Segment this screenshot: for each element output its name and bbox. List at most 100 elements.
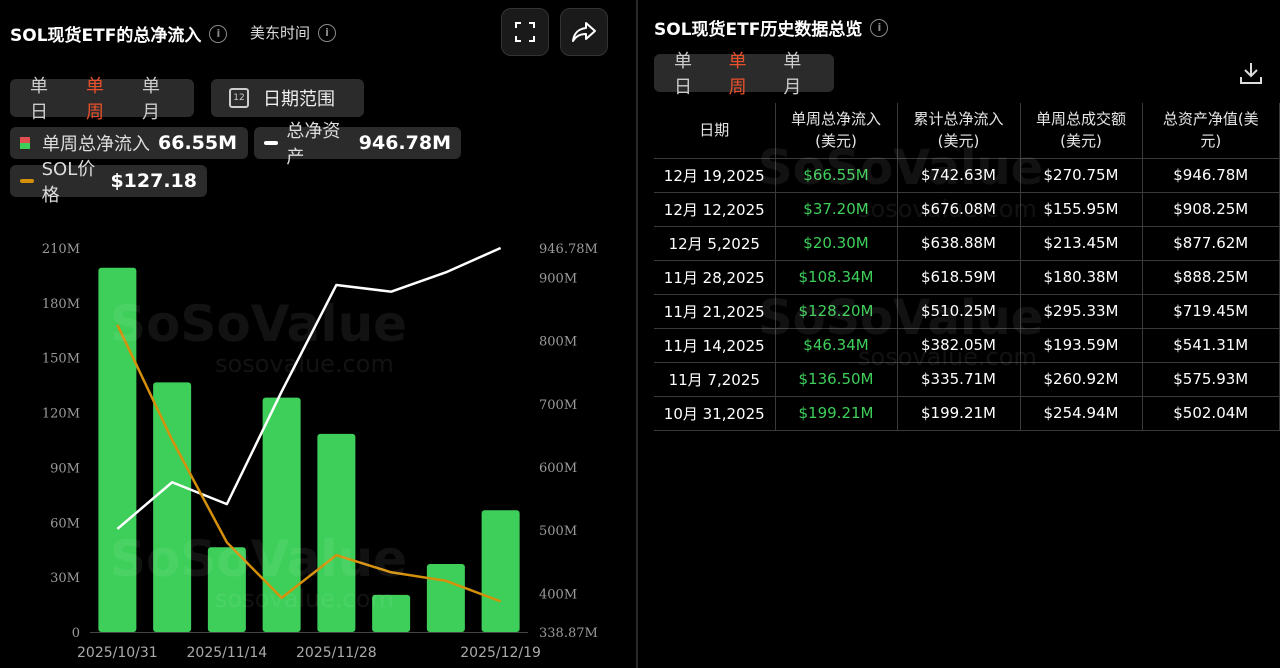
inflow-bar	[207, 547, 246, 632]
timezone-label: 美东时间 i	[250, 22, 337, 43]
header-cumulative-inflow[interactable]: 累计总净流入 (美元)	[896, 103, 1021, 159]
right-axis-tick: 500M	[539, 524, 577, 539]
info-icon[interactable]: i	[209, 24, 228, 43]
tab-weekly[interactable]: 单周	[74, 72, 130, 124]
table-row: 11月 21,2025 $128.20M $510.25M $295.33M $719.…	[654, 293, 1280, 329]
cell-weekly-volume: $213.45M	[1019, 225, 1143, 261]
inflow-chart: 0 30M 60M 90M 120M 150M 180M 210M 338.87M 400M 500…	[42, 242, 598, 661]
cell-weekly-inflow: $199.21M	[774, 395, 898, 431]
table-row: 11月 14,2025 $46.34M $382.05M $193.59M $541.3…	[654, 327, 1280, 363]
cell-weekly-volume: $180.38M	[1019, 259, 1143, 295]
right-axis-tick: 400M	[539, 587, 577, 602]
legend-assets-value: 946.78M	[358, 132, 451, 154]
history-tab-weekly[interactable]: 单周	[717, 47, 772, 99]
fullscreen-button[interactable]	[501, 8, 549, 56]
right-axis-tick: 338.87M	[539, 626, 598, 641]
left-axis-tick: 210M	[42, 242, 80, 257]
cell-date: 11月 21,2025	[654, 293, 776, 329]
cell-weekly-inflow: $37.20M	[774, 191, 898, 227]
history-period-tabs: 单日 单周 单月	[654, 51, 834, 98]
table-row: 12月 12,2025 $37.20M $676.08M $155.95M $908.2…	[654, 191, 1280, 227]
cell-net-assets: $541.31M	[1141, 327, 1280, 363]
cell-weekly-volume: $193.59M	[1019, 327, 1143, 363]
history-table: 日期 单周总净流入 (美元) 累计总净流入 (美元) 单周总成交额 (美元) 总…	[654, 103, 1280, 431]
cell-weekly-inflow: $20.30M	[774, 225, 898, 261]
inflow-bar	[426, 563, 465, 632]
inflow-bar	[372, 594, 411, 632]
cell-weekly-inflow: $46.34M	[774, 327, 898, 363]
left-axis-tick: 0	[72, 626, 80, 641]
cell-date: 11月 7,2025	[654, 361, 776, 397]
cell-weekly-inflow: $128.20M	[774, 293, 898, 329]
cell-cumulative-inflow: $510.25M	[896, 293, 1021, 329]
cell-date: 11月 14,2025	[654, 327, 776, 363]
history-panel: SOL现货ETF历史数据总览 i 单日 单周 单月 日期 单周总净流入 (美元)…	[638, 0, 1280, 668]
x-axis-tick: 2025/12/19	[460, 645, 541, 661]
legend-weekly-label: 单周总净流入	[42, 134, 150, 155]
cell-weekly-volume: $254.94M	[1019, 395, 1143, 431]
date-range-label: 日期范围	[263, 89, 335, 110]
cell-date: 12月 19,2025	[654, 157, 776, 193]
right-axis-tick: 900M	[539, 272, 577, 287]
cell-date: 11月 28,2025	[654, 259, 776, 295]
period-tabs: 单日 单周 单月	[10, 76, 194, 123]
x-axis-tick: 2025/10/31	[77, 645, 158, 661]
cell-cumulative-inflow: $676.08M	[896, 191, 1021, 227]
inflow-bar	[317, 433, 356, 632]
tab-daily[interactable]: 单日	[18, 72, 74, 124]
legend-sol-price[interactable]: SOL价格 $127.18	[10, 159, 207, 206]
share-icon	[572, 22, 596, 42]
cell-net-assets: $946.78M	[1141, 157, 1280, 193]
cell-net-assets: $888.25M	[1141, 259, 1280, 295]
cell-net-assets: $877.62M	[1141, 225, 1280, 261]
date-range-button[interactable]: 12 日期范围	[211, 79, 364, 117]
cell-date: 12月 5,2025	[654, 225, 776, 261]
cell-net-assets: $502.04M	[1141, 395, 1280, 431]
cell-cumulative-inflow: $638.88M	[896, 225, 1021, 261]
table-row: 11月 7,2025 $136.50M $335.71M $260.92M $575.9…	[654, 361, 1280, 397]
cell-cumulative-inflow: $382.05M	[896, 327, 1021, 363]
header-net-assets[interactable]: 总资产净值(美 元)	[1141, 103, 1280, 159]
left-axis-tick: 30M	[50, 571, 80, 586]
cell-weekly-inflow: $108.34M	[774, 259, 898, 295]
right-axis-tick: 600M	[539, 461, 577, 476]
x-axis-tick: 2025/11/28	[296, 645, 377, 661]
left-axis-tick: 150M	[42, 352, 80, 367]
download-icon[interactable]	[1238, 60, 1264, 86]
left-axis-tick: 60M	[50, 516, 80, 531]
cell-weekly-volume: $295.33M	[1019, 293, 1143, 329]
chart-title-text: SOL现货ETF的总净流入	[10, 26, 202, 46]
cell-net-assets: $575.93M	[1141, 361, 1280, 397]
cell-date: 12月 12,2025	[654, 191, 776, 227]
inflow-chart-panel: SOL现货ETF的总净流入 i 美东时间 i 单日 单周 单月 12 日期范围 …	[0, 0, 636, 668]
timezone-text: 美东时间	[250, 24, 311, 42]
cell-cumulative-inflow: $742.63M	[896, 157, 1021, 193]
history-title-text: SOL现货ETF历史数据总览	[654, 20, 863, 40]
table-row: 12月 5,2025 $20.30M $638.88M $213.45M $877.62…	[654, 225, 1280, 261]
history-tab-monthly[interactable]: 单月	[771, 47, 826, 99]
bar-swatch-icon	[20, 137, 30, 149]
legend-price-value: $127.18	[110, 170, 197, 192]
inflow-bar	[98, 267, 137, 632]
chart-title: SOL现货ETF的总净流入 i	[10, 21, 228, 46]
table-row: 10月 31,2025 $199.21M $199.21M $254.94M $502.…	[654, 395, 1280, 431]
cell-weekly-inflow: $136.50M	[774, 361, 898, 397]
header-weekly-inflow[interactable]: 单周总净流入 (美元)	[774, 103, 898, 159]
legend-assets-label: 总净资产	[286, 121, 341, 168]
price-swatch-icon	[20, 179, 34, 183]
tab-monthly[interactable]: 单月	[130, 72, 186, 124]
share-button[interactable]	[560, 8, 608, 56]
history-tab-daily[interactable]: 单日	[662, 47, 717, 99]
history-info-icon[interactable]: i	[870, 18, 889, 37]
table-row: 12月 19,2025 $66.55M $742.63M $270.75M $946.7…	[654, 157, 1280, 193]
header-date[interactable]: 日期	[654, 103, 776, 159]
fullscreen-icon	[515, 22, 535, 42]
header-weekly-volume[interactable]: 单周总成交额 (美元)	[1019, 103, 1143, 159]
cell-net-assets: $719.45M	[1141, 293, 1280, 329]
right-axis-tick: 946.78M	[539, 242, 598, 257]
cell-weekly-volume: $260.92M	[1019, 361, 1143, 397]
cell-cumulative-inflow: $335.71M	[896, 361, 1021, 397]
cell-weekly-inflow: $66.55M	[774, 157, 898, 193]
timezone-info-icon[interactable]: i	[318, 23, 337, 42]
legend-total-assets[interactable]: 总净资产 946.78M	[254, 121, 461, 168]
